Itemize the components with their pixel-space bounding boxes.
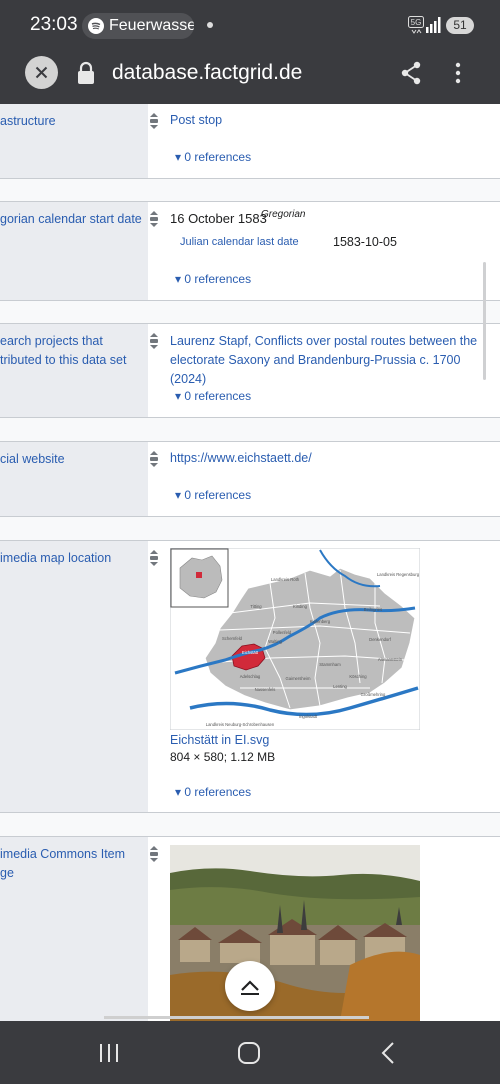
property-label[interactable]: earch projects that tributed to this dat… (0, 332, 144, 370)
signal-icon (426, 17, 441, 33)
property-cell: imedia map location (0, 541, 148, 812)
map-label: Lenting (333, 684, 347, 689)
recent-apps-icon[interactable] (97, 1042, 121, 1064)
map-label: Ingolstadt (299, 714, 318, 719)
references-label: 0 references (184, 150, 252, 164)
more-options-icon[interactable] (450, 61, 466, 85)
map-label: Walting (268, 639, 282, 644)
references-toggle[interactable]: ▾ 0 references (175, 389, 251, 403)
statement-gap (0, 179, 500, 201)
5g-icon: 5G (408, 16, 424, 34)
qualifier-label[interactable]: Julian calendar last date (180, 236, 299, 248)
url-text[interactable]: database.factgrid.de (112, 61, 302, 85)
vertical-scrollbar[interactable] (483, 262, 486, 380)
property-cell: astructure (0, 104, 148, 178)
network-label: 5G (411, 18, 422, 27)
statement-gap (0, 301, 500, 323)
property-label[interactable]: cial website (0, 450, 144, 469)
status-bar: 23:03 Feuerwasse 5G 51 (0, 0, 500, 50)
map-label: Beilngries (364, 607, 382, 612)
close-icon (35, 66, 48, 79)
media-notification-chip[interactable]: Feuerwasse (82, 13, 194, 39)
back-icon[interactable] (378, 1041, 398, 1065)
property-cell: imedia Commons Item ge (0, 837, 148, 1021)
map-label: Denkendorf (369, 637, 391, 642)
file-info: 804 × 580; 1.12 MB (170, 750, 276, 764)
map-label: Kösching (349, 674, 367, 679)
references-toggle[interactable]: ▾ 0 references (175, 785, 251, 799)
map-label: Titting (250, 604, 262, 609)
home-icon[interactable] (236, 1041, 262, 1065)
map-label: Stammham (319, 662, 341, 667)
map-label: Landkreis Regensburg (377, 572, 420, 577)
statement-value: 16 October 1583 (170, 211, 267, 226)
map-label: Schernfeld (222, 636, 243, 641)
notification-dot (207, 22, 213, 28)
map-label: Landkreis Roth (271, 577, 300, 582)
property-cell: cial website (0, 442, 148, 516)
references-label: 0 references (184, 272, 252, 286)
statement-value-link[interactable]: Post stop (170, 111, 222, 130)
map-label: Nassenfels (255, 687, 276, 692)
property-cell: earch projects that tributed to this dat… (0, 324, 148, 417)
references-label: 0 references (184, 785, 252, 799)
scroll-to-top-button[interactable] (225, 961, 275, 1011)
references-label: 0 references (184, 488, 252, 502)
property-label[interactable]: imedia map location (0, 549, 144, 568)
map-label: Kinding (293, 604, 308, 609)
rank-icon[interactable] (149, 332, 159, 350)
district-map-image[interactable]: Landkreis Roth Titting Pollenfeld Kindin… (170, 548, 420, 730)
share-icon[interactable] (400, 61, 422, 85)
references-toggle[interactable]: ▾ 0 references (175, 150, 251, 164)
rank-icon[interactable] (149, 450, 159, 468)
statement-gap (0, 517, 500, 540)
map-label: Gaimersheim (286, 676, 311, 681)
town-photo-image[interactable] (170, 845, 420, 1021)
property-cell: gorian calendar start date (0, 202, 148, 300)
property-label[interactable]: gorian calendar start date (0, 210, 144, 229)
rank-icon[interactable] (149, 845, 159, 863)
map-label: Altmannstein (378, 657, 403, 662)
references-label: 0 references (184, 389, 252, 403)
lock-icon[interactable] (76, 61, 96, 85)
spotify-icon (88, 18, 104, 34)
rank-icon[interactable] (149, 112, 159, 130)
statement-value-link[interactable]: Laurenz Stapf, Conflicts over postal rou… (170, 332, 480, 389)
map-label: Pollenfeld (273, 630, 292, 635)
map-label: Eichstätt (242, 650, 259, 655)
file-name-link[interactable]: Eichstätt in EI.svg (170, 733, 269, 747)
statement-gap (0, 813, 500, 836)
close-tab-button[interactable] (25, 56, 58, 89)
property-label[interactable]: imedia Commons Item ge (0, 845, 144, 883)
statement-infrastructure: astructure (0, 104, 500, 178)
system-navigation-bar (0, 1021, 500, 1084)
calendar-note: Gregorian (261, 209, 306, 220)
website-link[interactable]: https://www.eichstaett.de/ (170, 449, 312, 468)
battery-indicator: 51 (446, 17, 474, 34)
property-label[interactable]: astructure (0, 112, 144, 131)
horizontal-scrollbar[interactable] (104, 1016, 369, 1019)
references-toggle[interactable]: ▾ 0 references (175, 488, 251, 502)
map-label: Landkreis Neuburg-Schrobenhausen (206, 722, 275, 727)
map-label: Kipfenberg (310, 619, 331, 624)
references-toggle[interactable]: ▾ 0 references (175, 272, 251, 286)
map-label: Großmehring (361, 692, 386, 697)
statement-gap (0, 418, 500, 441)
rank-icon[interactable] (149, 549, 159, 567)
chevron-up-icon (241, 980, 259, 995)
rank-icon[interactable] (149, 210, 159, 228)
qualifier-value: 1583-10-05 (333, 235, 397, 249)
notification-text: Feuerwasse (109, 17, 194, 34)
map-label: Adelschlag (240, 674, 261, 679)
clock: 23:03 (30, 14, 78, 35)
